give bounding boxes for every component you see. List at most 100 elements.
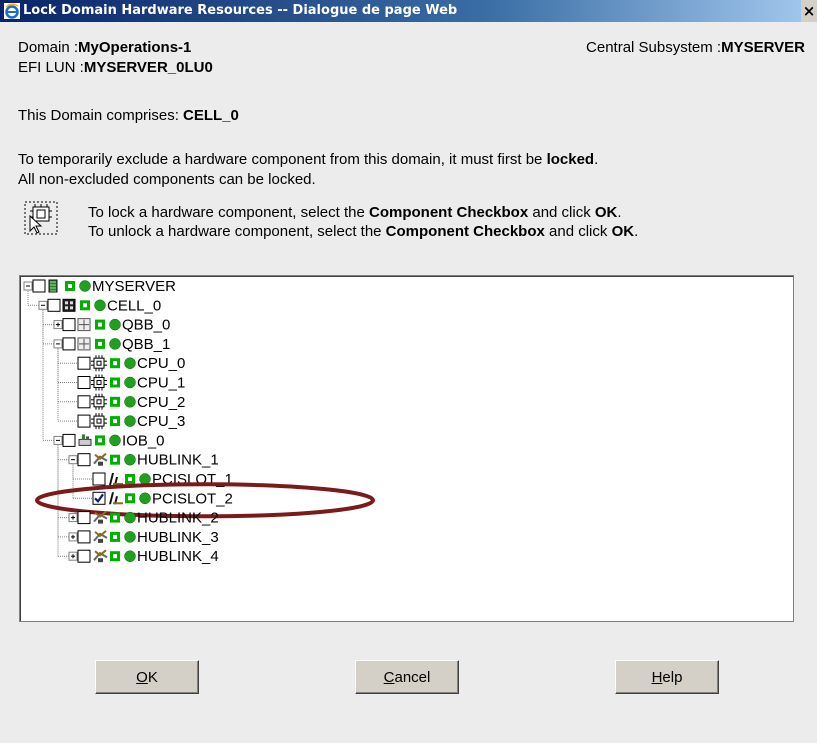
tree-label-iob-0: IOB_0 bbox=[122, 432, 165, 449]
checkbox-cpu-2[interactable] bbox=[77, 395, 91, 409]
unlocked-status-icon bbox=[95, 338, 105, 349]
tree-label-cpu-1: CPU_1 bbox=[137, 375, 185, 392]
checkbox-iob-0[interactable] bbox=[62, 433, 76, 447]
info-line-1-end: . bbox=[594, 151, 599, 168]
unlocked-status-icon bbox=[95, 435, 105, 446]
instruction-lock-end: . bbox=[617, 204, 622, 221]
efi-value: MYSERVER_0LU0 bbox=[83, 59, 213, 76]
status-ok-icon bbox=[109, 434, 121, 447]
unlocked-status-icon bbox=[110, 416, 120, 427]
unlocked-status-icon bbox=[125, 474, 135, 484]
checkbox-pcislot-1[interactable] bbox=[92, 472, 106, 486]
domain-value: MyOperations-1 bbox=[78, 39, 192, 56]
instruction-lock-mid: and click bbox=[528, 204, 595, 221]
cpu-icon bbox=[91, 374, 107, 391]
instruction-lock: To lock a hardware component, select the… bbox=[88, 204, 622, 221]
tree-label-cpu-3: CPU_3 bbox=[137, 413, 185, 430]
comprises-line: This Domain comprises: CELL_0 bbox=[18, 107, 239, 124]
checkbox-pcislot-2[interactable] bbox=[92, 491, 106, 505]
info-line-1-text: To temporarily exclude a hardware compon… bbox=[18, 151, 547, 168]
checkbox-cell-0[interactable] bbox=[47, 298, 61, 312]
tree-label-myserver: MYSERVER bbox=[92, 278, 176, 295]
info-line-2: All non-excluded components can be locke… bbox=[18, 171, 316, 188]
tree-label-hublink-4: HUBLINK_4 bbox=[137, 548, 219, 565]
checkbox-cpu-3[interactable] bbox=[77, 414, 91, 428]
collapse-hublink-1-icon[interactable] bbox=[68, 455, 78, 465]
status-ok-icon bbox=[124, 376, 136, 389]
expand-qbb-0-icon[interactable] bbox=[53, 320, 63, 330]
cancel-button[interactable]: Cancel bbox=[355, 660, 459, 694]
checkbox-cpu-1[interactable] bbox=[77, 376, 91, 389]
instruction-unlock-ok-term: OK bbox=[611, 223, 635, 240]
collapse-iob-0-icon[interactable] bbox=[53, 435, 63, 445]
tree-node-qbb-0: QBB_0 bbox=[53, 317, 170, 334]
status-ok-icon bbox=[79, 280, 91, 292]
tree-node-qbb-1: QBB_1 bbox=[53, 336, 170, 353]
tree-label-pcislot-2: PCISLOT_2 bbox=[152, 490, 233, 507]
help-button-mnemonic: H bbox=[651, 669, 663, 686]
ok-button[interactable]: OK bbox=[95, 660, 199, 694]
unlocked-status-icon bbox=[110, 551, 120, 562]
comprises-label: This Domain comprises: bbox=[18, 107, 184, 124]
status-ok-icon bbox=[124, 357, 136, 369]
checkbox-hublink-4[interactable] bbox=[77, 549, 91, 563]
collapse-cell-0-icon[interactable] bbox=[38, 300, 48, 310]
central-subsystem-line: Central Subsystem :MYSERVER bbox=[586, 39, 805, 56]
status-ok-icon bbox=[124, 511, 136, 524]
tree-label-qbb-0: QBB_0 bbox=[122, 317, 170, 334]
instruction-unlock: To unlock a hardware component, select t… bbox=[88, 223, 638, 240]
domain-label: Domain : bbox=[18, 39, 79, 56]
status-ok-icon bbox=[139, 492, 151, 505]
status-ok-icon bbox=[124, 396, 136, 408]
expand-hublink-3-icon[interactable] bbox=[68, 532, 78, 542]
internet-explorer-icon bbox=[4, 3, 20, 19]
help-button[interactable]: Help bbox=[615, 660, 719, 694]
unlocked-status-icon bbox=[95, 319, 105, 330]
cpu-icon bbox=[91, 413, 107, 430]
tree-label-qbb-1: QBB_1 bbox=[122, 336, 170, 353]
status-ok-icon bbox=[139, 473, 151, 485]
instruction-unlock-end: . bbox=[634, 223, 639, 240]
status-ok-icon bbox=[109, 318, 121, 331]
close-button[interactable]: × bbox=[801, 0, 817, 22]
cancel-button-mnemonic: C bbox=[383, 669, 395, 686]
tree-node-cpu-3: CPU_3 bbox=[77, 413, 185, 430]
checkbox-myserver[interactable] bbox=[32, 279, 46, 293]
tree-label-cpu-0: CPU_0 bbox=[137, 355, 185, 372]
status-ok-icon bbox=[124, 531, 136, 543]
cell-icon bbox=[62, 298, 76, 312]
instruction-unlock-checkbox-term: Component Checkbox bbox=[385, 223, 545, 240]
unlocked-status-icon bbox=[110, 454, 120, 465]
expand-hublink-2-icon[interactable] bbox=[68, 513, 78, 523]
checkbox-hublink-1[interactable] bbox=[77, 453, 91, 467]
qbb-icon bbox=[77, 318, 91, 332]
instruction-lock-ok-term: OK bbox=[594, 204, 618, 221]
status-ok-icon bbox=[124, 415, 136, 427]
hardware-tree-panel: MYSERVER CELL_0 QBB_0 QBB_1 CPU_0 CPU_1 CPU_2 C… bbox=[19, 275, 794, 622]
ok-button-mnemonic: O bbox=[136, 669, 148, 686]
unlocked-status-icon bbox=[110, 358, 120, 369]
collapse-myserver-icon[interactable] bbox=[23, 281, 33, 291]
checkbox-cpu-0[interactable] bbox=[77, 356, 91, 370]
help-button-label: elp bbox=[662, 669, 683, 686]
expand-hublink-4-icon[interactable] bbox=[68, 551, 78, 561]
collapse-qbb-1-icon[interactable] bbox=[53, 339, 63, 349]
instruction-lock-text: To lock a hardware component, select the bbox=[88, 204, 369, 221]
checkbox-qbb-0[interactable] bbox=[62, 318, 76, 332]
unlocked-status-icon bbox=[110, 377, 120, 388]
checkbox-hublink-3[interactable] bbox=[77, 530, 91, 544]
tree-label-hublink-1: HUBLINK_1 bbox=[137, 452, 219, 469]
hublink-icon bbox=[93, 549, 108, 563]
checkbox-hublink-2[interactable] bbox=[77, 511, 91, 525]
component-select-icon bbox=[24, 201, 58, 235]
hublink-icon bbox=[93, 530, 108, 543]
server-icon bbox=[48, 279, 58, 293]
pcislot-icon bbox=[109, 473, 123, 485]
checkbox-qbb-1[interactable] bbox=[62, 337, 76, 351]
central-label: Central Subsystem : bbox=[586, 39, 722, 56]
instruction-unlock-text: To unlock a hardware component, select t… bbox=[88, 223, 386, 240]
tree-node-pcislot-2: PCISLOT_2 bbox=[92, 490, 233, 507]
instruction-lock-checkbox-term: Component Checkbox bbox=[369, 204, 529, 221]
tree-node-cpu-2: CPU_2 bbox=[77, 394, 185, 411]
central-value: MYSERVER bbox=[721, 39, 805, 56]
